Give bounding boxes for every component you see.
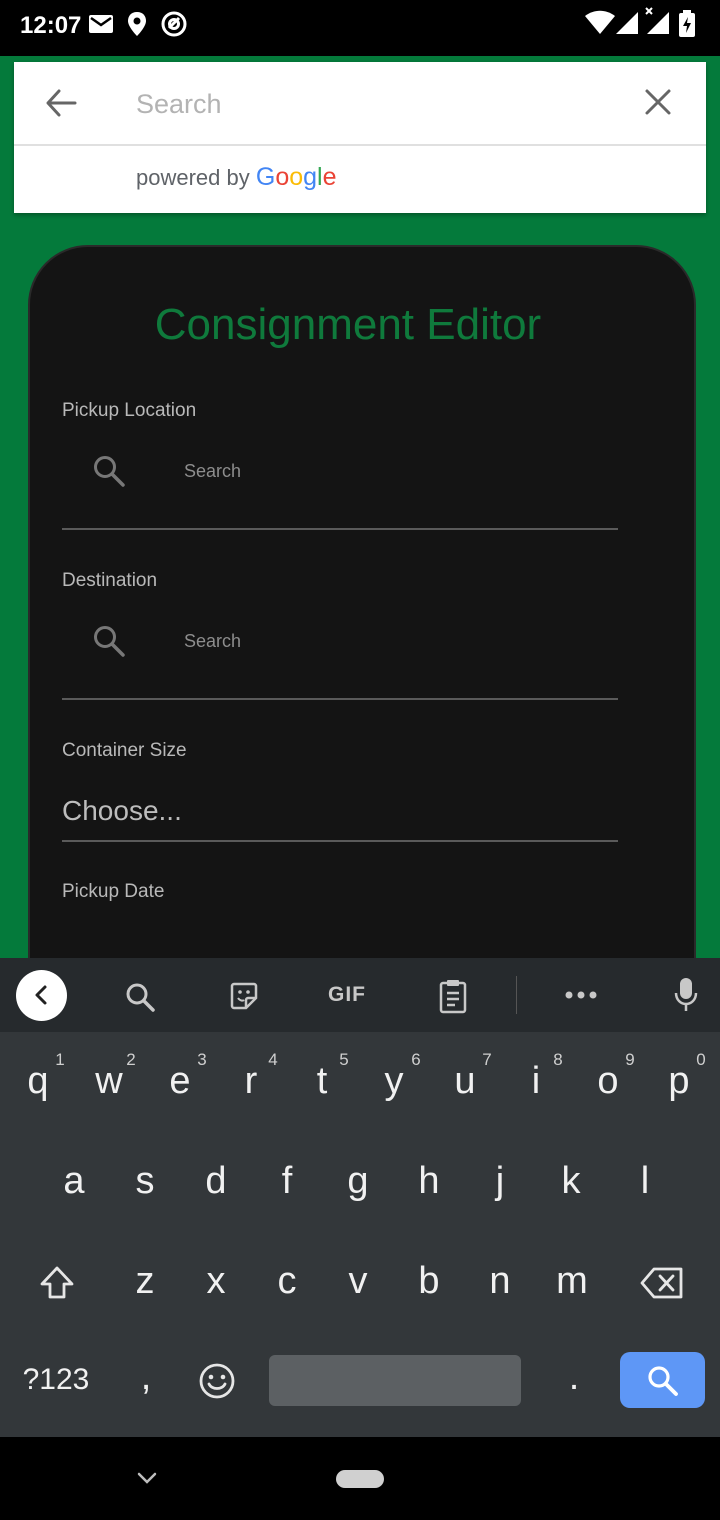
pickup-location-underline [62,528,618,530]
destination-input[interactable]: Search [184,631,241,652]
page-title: Consignment Editor [154,300,542,349]
close-icon[interactable] [644,88,672,116]
pickup-date-label: Pickup Date [62,881,165,902]
search-input[interactable] [136,84,616,124]
clipboard-icon[interactable] [438,978,468,1014]
google-logo-letter: G [255,163,276,191]
wifi-icon [585,10,615,34]
home-handle[interactable] [336,1470,384,1488]
key-j[interactable]: j [470,1160,530,1203]
key-hint: 6 [411,1050,421,1069]
google-logo: Google [256,163,337,191]
key-k[interactable]: k [541,1160,601,1203]
gif-button[interactable]: GIF [322,983,372,1007]
google-logo-letter: o [289,163,304,191]
powered-by-text: powered by [136,165,250,190]
container-size-label: Container Size [62,740,187,761]
comma-key[interactable]: , [116,1356,176,1399]
key-c[interactable]: c [257,1260,317,1303]
container-size-select[interactable]: Choose... [62,795,182,827]
google-logo-letter: o [275,163,290,191]
key-z[interactable]: z [115,1260,175,1303]
toolbar-divider [516,976,517,1014]
key-g[interactable]: g [328,1160,388,1203]
signal-icon [616,12,638,34]
key-hint: 2 [126,1050,136,1069]
microphone-icon[interactable] [673,977,699,1013]
key-hint: 7 [482,1050,492,1069]
key-n[interactable]: n [470,1260,530,1303]
signal-no-data-icon [645,7,669,34]
key-hint: 3 [197,1050,207,1069]
chevron-left-icon [35,985,47,1005]
key-m[interactable]: m [542,1260,602,1303]
key-hint: 4 [268,1050,278,1069]
location-icon [128,12,146,36]
shift-icon[interactable] [38,1264,76,1302]
period-key[interactable]: . [544,1356,604,1399]
powered-by-google: powered by Google [136,163,337,192]
more-options-icon[interactable] [564,988,598,1002]
key-l[interactable]: l [615,1160,675,1203]
google-logo-letter: e [322,163,337,191]
destination-label: Destination [62,570,158,591]
search-icon [648,1366,678,1396]
key-d[interactable]: d [186,1160,246,1203]
key-hint: 0 [696,1050,706,1069]
back-arrow-icon[interactable] [44,87,78,119]
status-bar: 12:07 [0,0,720,56]
key-hint: 5 [339,1050,349,1069]
at-sign-icon [161,11,187,37]
key-v[interactable]: v [328,1260,388,1303]
backspace-icon[interactable] [640,1267,684,1299]
space-bar[interactable] [269,1355,521,1406]
pickup-location-input[interactable]: Search [184,461,241,482]
key-hint: 8 [553,1050,563,1069]
search-divider [14,144,706,146]
emoji-icon[interactable] [198,1362,236,1400]
search-icon [94,456,125,487]
key-f[interactable]: f [257,1160,317,1203]
container-size-underline [62,840,618,842]
collapse-toolbar-button[interactable] [16,970,67,1021]
status-time: 12:07 [20,12,82,39]
search-icon[interactable] [124,981,156,1013]
key-hint: 1 [55,1050,65,1069]
key-a[interactable]: a [44,1160,104,1203]
key-hint: 9 [625,1050,635,1069]
pickup-location-label: Pickup Location [62,400,197,421]
google-logo-letter: g [303,163,318,191]
key-x[interactable]: x [186,1260,246,1303]
sticker-icon[interactable] [228,980,260,1012]
gmail-icon [89,15,113,33]
search-key[interactable] [620,1352,705,1408]
keyboard-dismiss-chevron-icon[interactable] [136,1471,158,1485]
key-b[interactable]: b [399,1260,459,1303]
search-icon [94,626,125,657]
destination-underline [62,698,618,700]
battery-charging-icon [679,10,695,37]
key-s[interactable]: s [115,1160,175,1203]
key-h[interactable]: h [399,1160,459,1203]
symbols-key[interactable]: ?123 [10,1363,102,1397]
